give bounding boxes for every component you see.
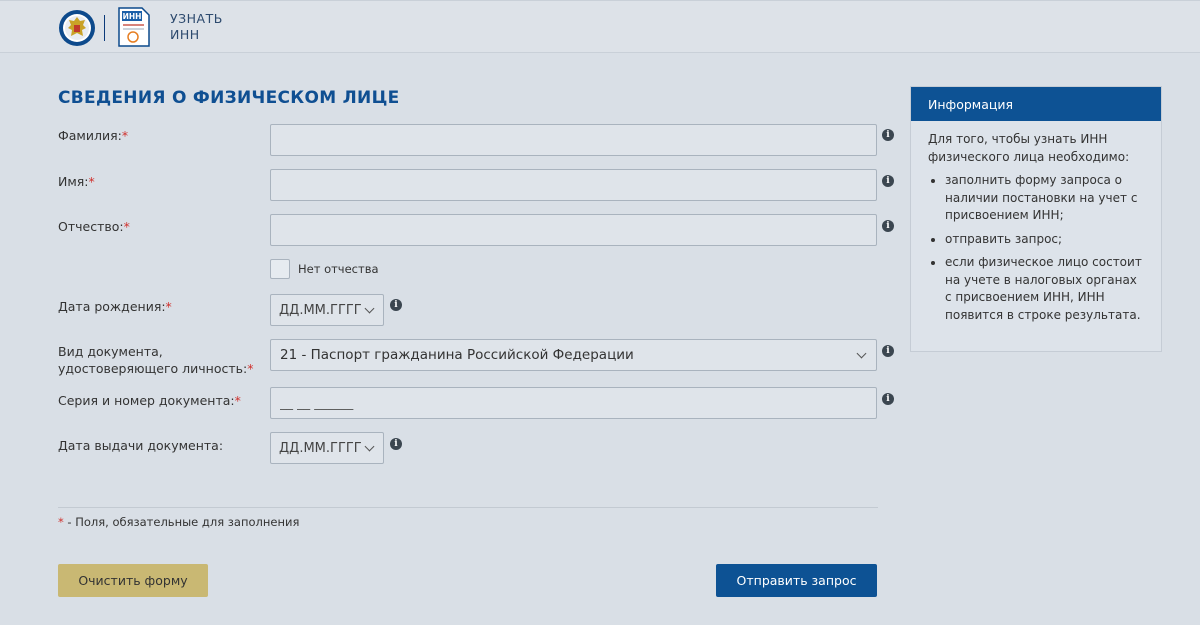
required-mark: * — [58, 515, 64, 529]
list-item: отправить запрос; — [928, 231, 1147, 249]
info-panel-body: Для того, чтобы узнать ИНН физического л… — [911, 121, 1161, 324]
info-icon[interactable]: i — [390, 438, 402, 450]
birth-date-picker[interactable]: ДД.ММ.ГГГГ — [270, 294, 384, 326]
info-icon[interactable]: i — [882, 129, 894, 141]
required-mark: * — [121, 128, 129, 143]
doc-type-label-line1: Вид документа, — [58, 344, 163, 359]
header-separator — [104, 15, 105, 41]
chevron-down-icon — [364, 441, 375, 452]
doc-number-label-text: Серия и номер документа: — [58, 393, 235, 408]
doc-type-select[interactable]: 21 - Паспорт гражданина Российской Федер… — [270, 339, 877, 371]
surname-label-text: Фамилия: — [58, 128, 122, 143]
page-title: СВЕДЕНИЯ О ФИЗИЧЕСКОМ ЛИЦЕ — [58, 88, 400, 108]
required-mark: * — [88, 174, 95, 189]
list-item: если физическое лицо состоит на учете в … — [928, 254, 1147, 324]
issue-date-placeholder: ДД.ММ.ГГГГ — [279, 441, 362, 456]
no-patronymic-label[interactable]: Нет отчества — [298, 262, 379, 276]
header-title-line1: УЗНАТЬ — [170, 11, 223, 26]
info-panel-list: заполнить форму запроса о наличии постан… — [928, 172, 1147, 324]
required-fields-note: * - Поля, обязательные для заполнения — [58, 515, 299, 529]
surname-label: Фамилия:* — [58, 127, 128, 144]
inn-document-icon[interactable]: ИНН — [118, 7, 150, 47]
chevron-down-icon — [364, 303, 375, 314]
doc-number-label: Серия и номер документа:* — [58, 392, 241, 409]
info-icon[interactable]: i — [390, 299, 402, 311]
patronymic-label: Отчество:* — [58, 218, 130, 235]
info-icon[interactable]: i — [882, 220, 894, 232]
header-title[interactable]: УЗНАТЬ ИНН — [170, 11, 223, 43]
header: ИНН УЗНАТЬ ИНН — [0, 0, 1200, 53]
doc-type-label: Вид документа, удостоверяющего личность:… — [58, 343, 253, 377]
doc-type-value: 21 - Паспорт гражданина Российской Федер… — [280, 347, 634, 363]
chevron-down-icon — [856, 348, 867, 359]
birth-date-placeholder: ДД.ММ.ГГГГ — [279, 303, 362, 318]
required-mark: * — [123, 219, 130, 234]
inn-icon-text: ИНН — [123, 12, 142, 21]
submit-request-button[interactable]: Отправить запрос — [716, 564, 877, 597]
patronymic-input[interactable] — [270, 214, 877, 246]
birth-date-label: Дата рождения:* — [58, 298, 172, 315]
required-note-text: - Поля, обязательные для заполнения — [67, 515, 300, 529]
info-panel: Информация Для того, чтобы узнать ИНН фи… — [910, 86, 1162, 352]
birth-date-label-text: Дата рождения: — [58, 299, 166, 314]
doc-number-input[interactable] — [270, 387, 877, 419]
doc-type-label-line2: удостоверяющего личность: — [58, 361, 248, 376]
info-icon[interactable]: i — [882, 393, 894, 405]
required-mark: * — [247, 361, 254, 376]
list-item: заполнить форму запроса о наличии постан… — [928, 172, 1147, 225]
info-icon[interactable]: i — [882, 175, 894, 187]
info-panel-heading: Информация — [911, 87, 1161, 121]
header-title-line2: ИНН — [170, 27, 200, 42]
required-mark: * — [234, 393, 241, 408]
issue-date-label: Дата выдачи документа: — [58, 438, 224, 453]
name-label-text: Имя: — [58, 174, 89, 189]
surname-input[interactable] — [270, 124, 877, 156]
info-icon[interactable]: i — [882, 345, 894, 357]
required-mark: * — [165, 299, 172, 314]
form-divider — [58, 507, 878, 508]
issue-date-picker[interactable]: ДД.ММ.ГГГГ — [270, 432, 384, 464]
emblem-logo-icon[interactable] — [58, 9, 96, 47]
info-panel-intro: Для того, чтобы узнать ИНН физического л… — [928, 132, 1130, 164]
no-patronymic-checkbox[interactable] — [270, 259, 290, 279]
name-input[interactable] — [270, 169, 877, 201]
name-label: Имя:* — [58, 173, 95, 190]
patronymic-label-text: Отчество: — [58, 219, 124, 234]
clear-form-button[interactable]: Очистить форму — [58, 564, 208, 597]
